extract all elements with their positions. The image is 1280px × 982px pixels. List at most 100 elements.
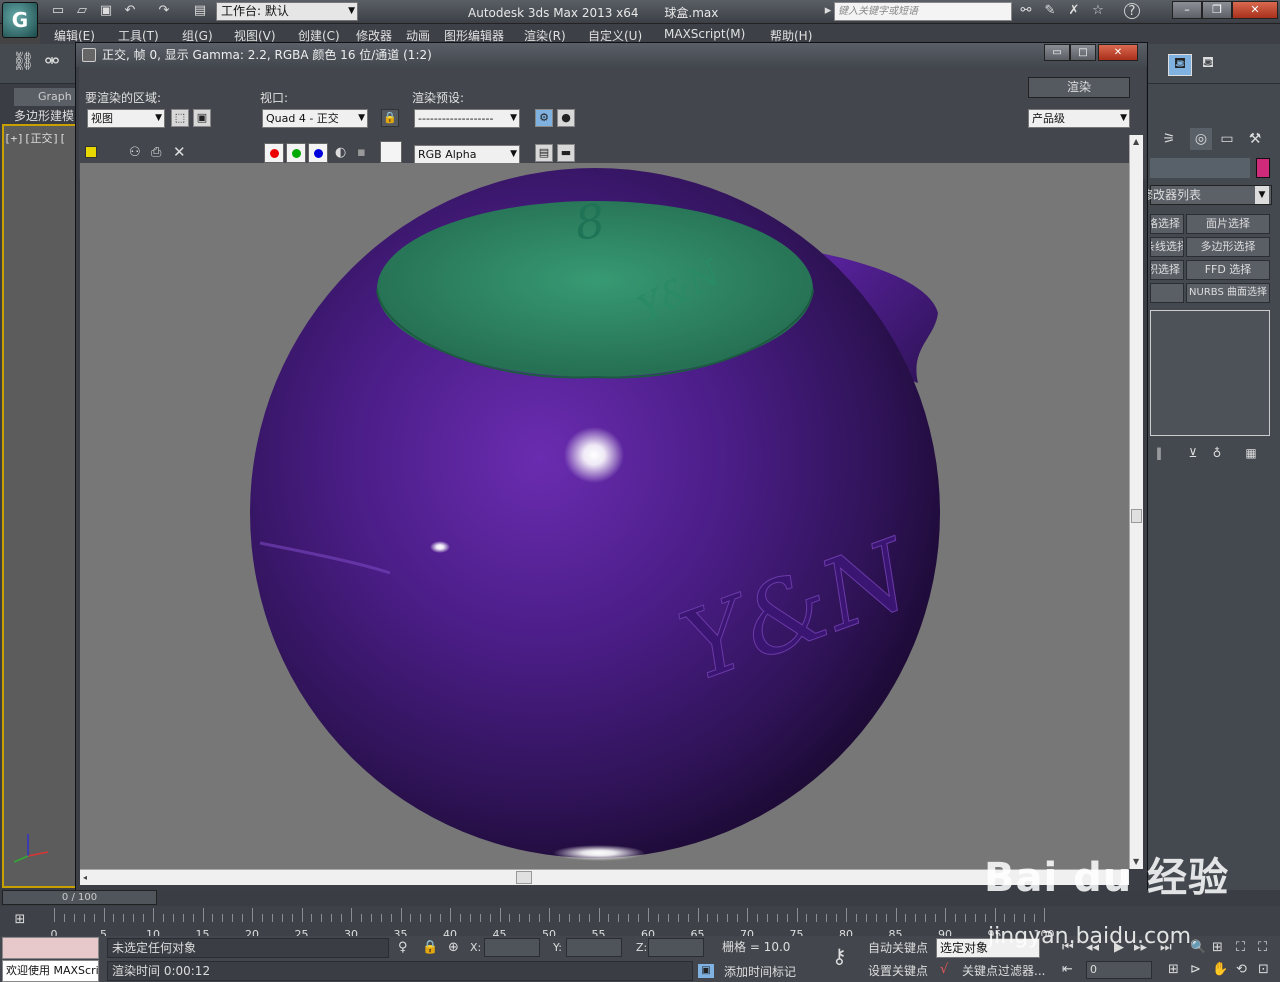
volume-select-button[interactable]: 体积选择 bbox=[1150, 260, 1184, 280]
toggle-ui-overlay-icon[interactable]: ▤ bbox=[535, 144, 553, 162]
current-frame-field[interactable]: 0 bbox=[1086, 961, 1152, 979]
subscription-icon[interactable]: ✎ bbox=[1042, 3, 1058, 19]
blue-channel-button[interactable] bbox=[308, 143, 328, 163]
nurbs-select-button[interactable]: NURBS 曲面选择 bbox=[1186, 283, 1270, 303]
preset-dropdown[interactable]: ------------------- ▼ bbox=[414, 109, 520, 128]
minimize-button[interactable]: – bbox=[1172, 1, 1202, 19]
zoom-all-icon[interactable]: ⊞ bbox=[1212, 940, 1223, 956]
time-slider[interactable]: 0 / 100 bbox=[2, 890, 157, 905]
viewport-label[interactable]: [+][正交][ bbox=[4, 130, 66, 146]
link-icon[interactable]: ⛓ bbox=[12, 53, 35, 71]
restore-button[interactable]: ❐ bbox=[1202, 1, 1232, 19]
maxscript-input[interactable]: 欢迎使用 MAXScript bbox=[2, 960, 99, 982]
pin-stack-icon[interactable]: ‖ bbox=[1150, 444, 1168, 462]
viewport-edge[interactable] bbox=[2, 124, 76, 888]
alpha-channel-icon[interactable]: ◐ bbox=[335, 145, 346, 161]
render-window-maximize[interactable]: □ bbox=[1070, 44, 1096, 61]
help-icon[interactable]: ? bbox=[1124, 3, 1140, 19]
set-key-icon[interactable]: ⚷ bbox=[832, 946, 847, 966]
utilities-tab-icon[interactable]: ⚒ bbox=[1244, 128, 1266, 150]
menu-maxscript[interactable]: MAXScript(M) bbox=[664, 27, 745, 41]
binoculars-icon[interactable]: ⚯ bbox=[1018, 3, 1034, 19]
open-file-icon[interactable]: ▱ bbox=[74, 3, 90, 19]
print-icon[interactable]: ⎙ bbox=[151, 145, 161, 161]
zoom-icon[interactable]: 🔍 bbox=[1190, 940, 1206, 956]
favorites-star-icon[interactable]: ☆ bbox=[1090, 3, 1106, 19]
viewport-dropdown[interactable]: Quad 4 - 正交 ▼ bbox=[262, 109, 368, 128]
horizontal-scrollbar[interactable]: ◂ bbox=[80, 869, 1129, 885]
set-key-button[interactable]: 设置关键点 bbox=[868, 961, 928, 981]
save-icon[interactable]: ▣ bbox=[98, 3, 114, 19]
scroll-left-icon[interactable]: ◂ bbox=[83, 873, 87, 882]
ffd-select-button[interactable]: FFD 选择 bbox=[1186, 260, 1270, 280]
z-coordinate-field[interactable] bbox=[648, 938, 704, 957]
save-image-icon[interactable] bbox=[85, 146, 97, 158]
object-color-swatch[interactable] bbox=[1256, 158, 1270, 178]
empty-slot-button[interactable] bbox=[1150, 283, 1184, 303]
mesh-select-button[interactable]: 网格选择 bbox=[1150, 214, 1184, 234]
monochrome-icon[interactable]: ▪ bbox=[357, 145, 366, 161]
maxscript-listener[interactable] bbox=[2, 937, 99, 959]
ribbon-label[interactable]: 多边形建模 bbox=[14, 107, 74, 124]
time-tag-icon[interactable]: ▣ bbox=[698, 964, 714, 978]
communication-icon[interactable]: ✗ bbox=[1066, 3, 1082, 19]
configure-sets-icon[interactable]: ▦ bbox=[1242, 444, 1260, 462]
render-production-icon[interactable]: ⛾ bbox=[1200, 54, 1216, 70]
render-frame-window-icon[interactable]: ⛾ bbox=[1168, 54, 1192, 76]
clone-frame-icon[interactable]: ⚇ bbox=[129, 145, 141, 161]
workspace-dropdown[interactable]: 工作台: 默认 ▼ bbox=[216, 2, 358, 21]
zoom-extents-icon[interactable]: ⛶ bbox=[1236, 940, 1245, 956]
zoom-extents-all-icon[interactable]: ⛶ bbox=[1258, 940, 1267, 956]
motion-tab-icon[interactable]: ◎ bbox=[1190, 128, 1212, 150]
patch-select-button[interactable]: 面片选择 bbox=[1186, 214, 1270, 234]
object-name-field[interactable] bbox=[1150, 158, 1250, 178]
isolate-selection-icon[interactable]: ♀ bbox=[398, 940, 408, 956]
show-end-result-icon[interactable]: ⊻ bbox=[1184, 444, 1202, 462]
modifier-stack[interactable] bbox=[1150, 310, 1270, 436]
add-time-tag-button[interactable]: 添加时间标记 bbox=[724, 962, 796, 982]
pan-icon[interactable]: ✋ bbox=[1212, 962, 1228, 978]
orbit-icon[interactable]: ⟲ bbox=[1236, 962, 1247, 978]
maximize-viewport-icon[interactable]: ⊡ bbox=[1258, 962, 1269, 978]
hierarchy-tab-icon[interactable]: ⚞ bbox=[1158, 128, 1180, 150]
x-coordinate-field[interactable] bbox=[484, 938, 540, 957]
area-dropdown[interactable]: 视图 ▼ bbox=[87, 109, 165, 128]
close-button[interactable]: ✕ bbox=[1232, 1, 1278, 19]
project-folder-icon[interactable]: ▤ bbox=[192, 3, 208, 19]
toggle-ui-icon[interactable]: ▬ bbox=[557, 144, 575, 162]
display-tab-icon[interactable]: ▭ bbox=[1216, 128, 1238, 150]
environment-icon[interactable]: ● bbox=[557, 109, 575, 127]
modifier-list-dropdown[interactable]: 修改器列表 ▼ bbox=[1141, 185, 1272, 205]
edit-region-icon[interactable]: ⬚ bbox=[171, 109, 189, 127]
spline-select-button[interactable]: 样条线选择 bbox=[1150, 237, 1184, 257]
lock-viewport-icon[interactable]: 🔒 bbox=[381, 109, 399, 127]
render-window-close[interactable]: ✕ bbox=[1098, 44, 1138, 61]
background-color-swatch[interactable] bbox=[380, 141, 402, 163]
render-button[interactable]: 渲染 bbox=[1028, 77, 1130, 98]
absolute-mode-icon[interactable]: ⊕ bbox=[448, 940, 459, 956]
undo-icon[interactable]: ↶ bbox=[122, 3, 138, 19]
key-mode-icon[interactable]: ⇤ bbox=[1062, 962, 1073, 978]
green-channel-button[interactable] bbox=[286, 143, 306, 163]
mini-curve-editor-icon[interactable]: ⊞ bbox=[12, 912, 28, 928]
key-filters-button[interactable]: 关键点过滤器... bbox=[962, 961, 1045, 981]
graphite-tab[interactable]: Graph bbox=[14, 88, 76, 106]
auto-key-button[interactable]: 自动关键点 bbox=[868, 938, 928, 958]
app-logo[interactable]: G bbox=[2, 2, 38, 38]
field-of-view-icon[interactable]: ⊳ bbox=[1190, 962, 1201, 978]
scroll-up-icon[interactable]: ▲ bbox=[1133, 137, 1139, 146]
make-unique-icon[interactable]: ♁ bbox=[1208, 444, 1226, 462]
unlink-icon[interactable]: ⚮ bbox=[44, 53, 60, 71]
clear-icon[interactable]: ✕ bbox=[173, 144, 186, 160]
search-input[interactable]: 键入关键字或短语 bbox=[834, 2, 1012, 21]
redo-icon[interactable]: ↷ bbox=[156, 3, 172, 19]
y-coordinate-field[interactable] bbox=[566, 938, 622, 957]
channel-dropdown[interactable]: RGB Alpha ▼ bbox=[414, 145, 520, 164]
red-channel-button[interactable] bbox=[264, 143, 284, 163]
vertical-scrollbar[interactable]: ▲ ▼ bbox=[1129, 135, 1143, 869]
selection-lock-icon[interactable]: 🔒 bbox=[422, 940, 438, 956]
new-file-icon[interactable]: ▭ bbox=[50, 3, 66, 19]
poly-select-button[interactable]: 多边形选择 bbox=[1186, 237, 1270, 257]
render-setup-icon[interactable]: ⚙ bbox=[535, 109, 553, 127]
render-window-minimize[interactable]: ▭ bbox=[1044, 44, 1070, 61]
